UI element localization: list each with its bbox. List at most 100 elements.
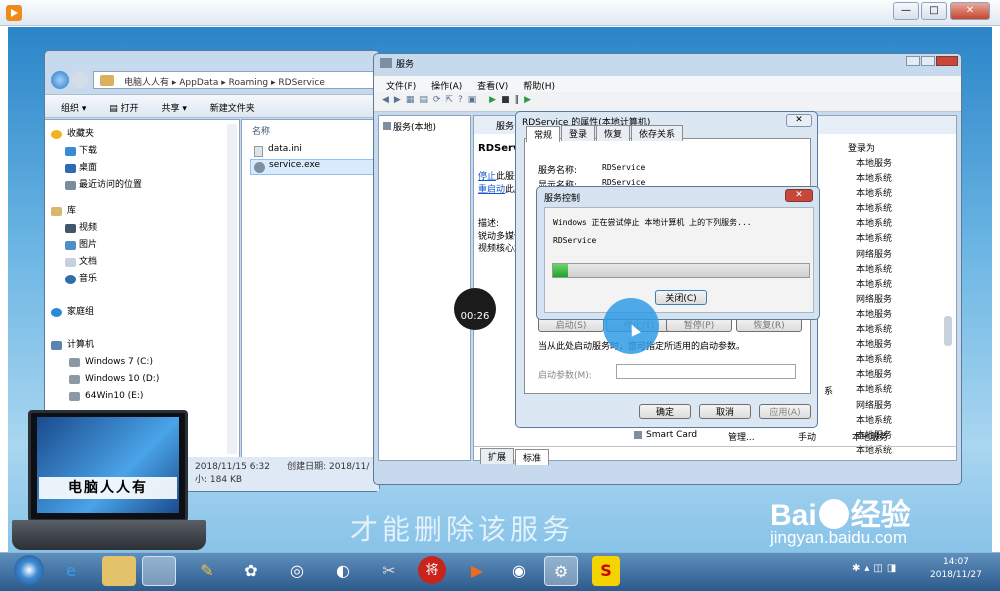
sidebar-item-drive-d[interactable]: Windows 10 (D:) [45,371,239,388]
back-button[interactable] [51,71,69,89]
start-orb-icon[interactable] [14,555,44,585]
menu-help[interactable]: 帮助(H) [523,82,555,92]
sidebar-item-desktop[interactable]: 桌面 [45,160,239,177]
baidu-url: jingyan.baidu.com [770,528,908,547]
minimize-button[interactable]: — [893,2,919,20]
sidebar-label: Windows 7 (C:) [85,357,153,367]
forward-icon[interactable]: ▶ [394,95,406,105]
tab-extended[interactable]: 扩展 [480,448,515,464]
browser-icon[interactable]: ◐ [326,556,360,586]
service-control-close-button[interactable]: 关闭(C) [655,290,707,305]
properties-icon[interactable]: ▣ [468,95,482,105]
tab-dependencies[interactable]: 依存关系 [631,125,684,141]
sidebar-label: 64Win10 (E:) [85,391,144,401]
logon-value: 本地系统 [856,325,893,336]
sidebar-item-pictures[interactable]: 图片 [45,237,239,254]
services-scrollbar-thumb[interactable] [944,316,952,346]
organize-button[interactable]: 组织 ▾ [61,104,86,114]
sidebar-label: 图片 [79,240,98,250]
menu-file[interactable]: 文件(F) [386,82,416,92]
breadcrumb-item[interactable]: Roaming [229,78,269,88]
jiang-icon[interactable]: 将 [418,556,446,584]
sidebar-item-documents[interactable]: 文档 [45,254,239,271]
export-icon[interactable]: ⇱ [445,95,458,105]
tab-general[interactable]: 常规 [526,126,561,142]
camera-icon[interactable]: ◉ [502,556,536,586]
close-button[interactable]: ✕ [950,2,990,20]
new-folder-button[interactable]: 新建文件夹 [210,104,255,114]
logon-header[interactable]: 登录为 [848,141,956,157]
breadcrumb-item[interactable]: RDService [278,78,324,88]
services-minimize[interactable] [906,56,920,66]
service-control-close-x[interactable]: ✕ [785,189,813,202]
tab-recovery[interactable]: 恢复 [596,125,631,141]
back-icon[interactable]: ◀ [382,95,394,105]
app-ball-icon[interactable]: ✿ [234,556,268,586]
media-icon[interactable]: ◎ [280,556,314,586]
ie-icon[interactable]: e [54,556,88,586]
size-label: 小: [195,475,208,485]
help-icon[interactable]: ? [458,95,468,105]
logon-value: 本地服务 [856,309,893,320]
ok-button[interactable]: 确定 [639,404,691,419]
computer-icon [51,341,62,350]
restart-icon[interactable]: ▶ [524,95,536,105]
view-icon[interactable]: ▦ [406,95,420,105]
drive-icon [69,358,80,367]
desktop-icon [65,164,76,173]
sidebar-item-recent[interactable]: 最近访问的位置 [45,177,239,194]
sidebar-item-music[interactable]: 音乐 [45,271,239,288]
nav-scrollbar[interactable] [227,124,237,454]
sidebar-favorites[interactable]: 收藏夹 [45,126,239,143]
stop-link[interactable]: 停止 [478,172,496,182]
breadcrumb-item[interactable]: 电脑人人有 [124,78,169,88]
column-header-name[interactable]: 名称 [252,124,270,137]
services-maximize[interactable] [921,56,935,66]
forward-button[interactable] [71,71,89,89]
tools-icon[interactable]: ✂ [372,556,406,586]
list-icon[interactable]: ▤ [419,95,433,105]
properties-close[interactable]: ✕ [786,114,812,127]
logon-value: 本地系统 [856,219,893,230]
maximize-button[interactable]: □ [921,2,947,20]
paint-icon[interactable]: ✎ [190,556,224,586]
clock-time: 14:07 [942,557,969,567]
sidebar-homegroup[interactable]: 家庭组 [45,304,239,321]
services-close[interactable] [936,56,958,66]
tab-standard[interactable]: 标准 [515,449,550,465]
sidebar-item-drive-e[interactable]: 64Win10 (E:) [45,388,239,405]
tray-icons[interactable]: ✱▴◫◨ [852,563,916,577]
open-button[interactable]: ▤ 打开 [109,104,138,114]
start-icon[interactable]: ▶ [489,95,501,105]
modified-date: 2018/11/15 6:32 [195,462,270,472]
services-taskbar-icon[interactable]: ⚙ [544,556,578,586]
player-icon[interactable]: ▶ [460,556,494,586]
share-button[interactable]: 共享 ▾ [162,104,187,114]
sidebar-item-downloads[interactable]: 下载 [45,143,239,160]
pause-icon[interactable]: ‖ [515,95,525,105]
explorer-taskbar-icon[interactable] [142,556,176,586]
sogou-icon[interactable]: S [592,556,620,586]
folder-icon[interactable] [102,556,136,586]
cancel-button[interactable]: 取消 [699,404,751,419]
clock[interactable]: 14:07 2018/11/27 [930,556,982,582]
tab-logon[interactable]: 登录 [561,125,596,141]
sidebar-computer[interactable]: 计算机 [45,337,239,354]
stop-icon[interactable]: ■ [501,95,515,105]
file-item[interactable]: data.ini [252,144,372,159]
sidebar-item-drive-c[interactable]: Windows 7 (C:) [45,354,239,371]
tree-item-local-services[interactable]: 服务(本地) [379,116,470,133]
file-item-selected[interactable]: service.exe [250,159,376,175]
apply-button[interactable]: 应用(A) [759,404,811,419]
sidebar-item-videos[interactable]: 视频 [45,220,239,237]
refresh-icon[interactable]: ⟳ [433,95,446,105]
sidebar-libraries[interactable]: 库 [45,203,239,220]
menu-view[interactable]: 查看(V) [477,82,508,92]
sidebar-label: Windows 10 (D:) [85,374,160,384]
menu-action[interactable]: 操作(A) [431,82,462,92]
start-param-input[interactable] [616,364,796,379]
file-name: data.ini [268,144,302,154]
breadcrumb-item[interactable]: AppData [179,78,218,88]
breadcrumb[interactable]: 电脑人人有 ▸ AppData ▸ Roaming ▸ RDService [93,71,377,89]
restart-link[interactable]: 重启动 [478,185,505,195]
